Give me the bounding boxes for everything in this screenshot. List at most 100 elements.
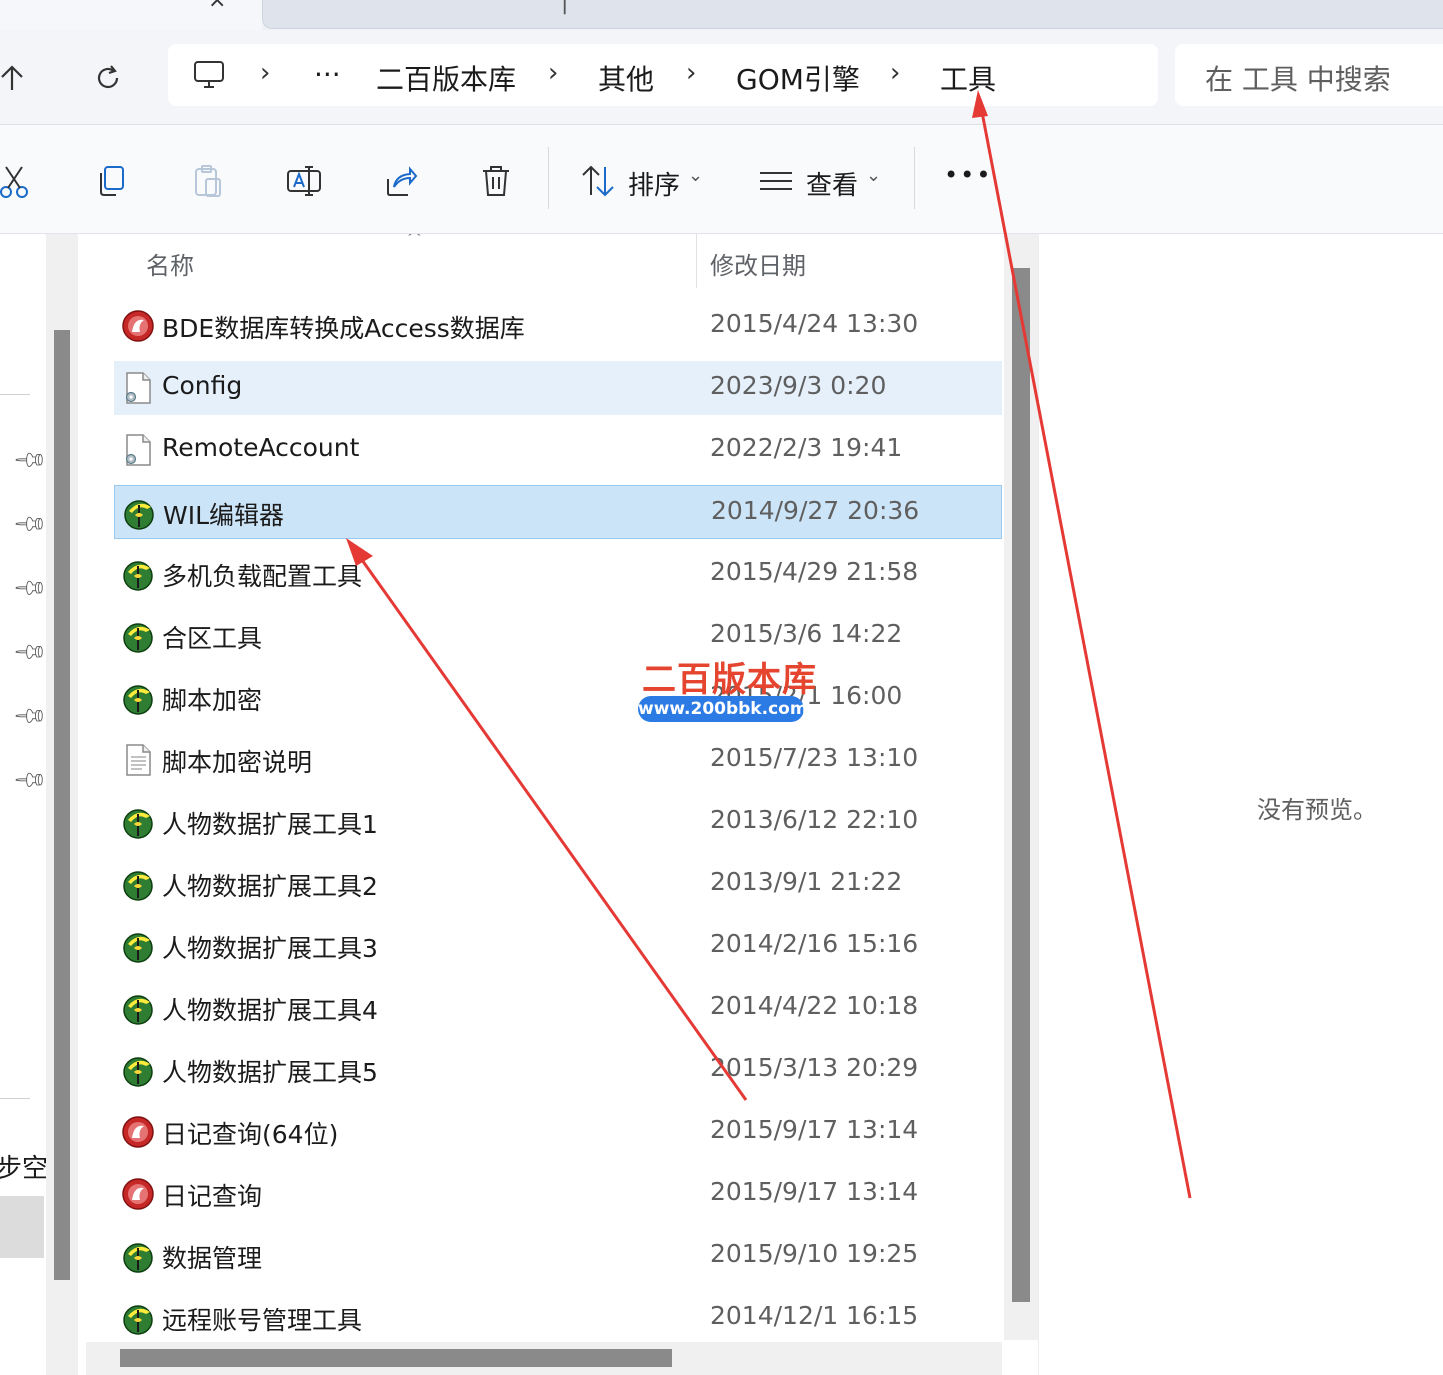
divider: [0, 394, 30, 395]
column-header-row: ^ 名称 修改日期: [88, 234, 1002, 294]
nav-pane-selected-item[interactable]: [0, 1196, 44, 1258]
share-icon[interactable]: [380, 161, 420, 201]
file-name: BDE数据库转换成Access数据库: [162, 314, 525, 343]
chevron-down-icon[interactable]: ⌄: [688, 165, 703, 186]
file-list: ^ 名称 修改日期 BDE数据库转换成Access数据库 2015/4/24 13…: [88, 234, 1002, 1375]
file-modified-date: 2014/12/1 16:15: [710, 1301, 919, 1330]
file-name: 脚本加密: [162, 686, 263, 715]
file-modified-date: 2015/4/29 21:58: [710, 557, 919, 586]
copy-icon[interactable]: [92, 161, 132, 201]
file-name: 人物数据扩展工具4: [162, 996, 378, 1025]
file-name: Config: [162, 371, 243, 400]
file-modified-date: 2013/6/12 22:10: [710, 805, 919, 834]
up-arrow-icon[interactable]: [0, 58, 32, 98]
file-modified-date: 2023/9/3 0:20: [710, 371, 887, 400]
chevron-right-icon: ›: [548, 58, 559, 88]
file-row[interactable]: 合区工具 2015/3/6 14:22: [114, 609, 1002, 663]
chevron-right-icon: ›: [890, 58, 901, 88]
tab-bar-background: |: [262, 0, 1443, 29]
horizontal-scrollbar-thumb[interactable]: [120, 1349, 672, 1367]
file-row[interactable]: 远程账号管理工具 2014/12/1 16:15: [114, 1291, 1002, 1345]
toolbar-divider: [914, 147, 915, 209]
breadcrumb-item[interactable]: GOM引擎: [736, 58, 860, 98]
search-box[interactable]: 在 工具 中搜索: [1175, 44, 1443, 106]
close-tab-icon[interactable]: ×: [208, 0, 226, 13]
column-header-modified[interactable]: 修改日期: [710, 246, 806, 281]
red-app-icon: [120, 1176, 156, 1212]
pin-icon[interactable]: 📌︎: [11, 762, 48, 799]
file-name: WIL编辑器: [163, 501, 285, 530]
search-placeholder: 在 工具 中搜索: [1205, 63, 1391, 96]
sort-button[interactable]: 排序: [628, 165, 680, 202]
file-modified-date: 2015/7/23 13:10: [710, 743, 919, 772]
red-app-icon: [120, 308, 156, 344]
file-modified-date: 2022/2/3 19:41: [710, 433, 903, 462]
breadcrumb-current[interactable]: 工具: [940, 58, 996, 98]
tab-strip: × |: [0, 0, 1443, 30]
file-name: 远程账号管理工具: [162, 1306, 363, 1335]
paste-icon[interactable]: [188, 161, 228, 201]
file-row[interactable]: 人物数据扩展工具5 2015/3/13 20:29: [114, 1043, 1002, 1097]
watermark-url: www.200bbk.com: [638, 696, 808, 722]
file-row[interactable]: 脚本加密 2015/2/1 16:00: [114, 671, 1002, 725]
file-row[interactable]: WIL编辑器 2014/9/27 20:36: [114, 485, 1002, 539]
pin-icon[interactable]: 📌︎: [11, 698, 48, 735]
file-modified-date: 2015/3/6 14:22: [710, 619, 903, 648]
file-row[interactable]: BDE数据库转换成Access数据库 2015/4/24 13:30: [114, 299, 1002, 353]
file-modified-date: 2014/2/16 15:16: [710, 929, 919, 958]
chevron-right-icon: ›: [686, 58, 697, 88]
breadcrumb-item[interactable]: 其他: [598, 58, 654, 98]
green-app-icon: [120, 556, 156, 592]
breadcrumb-item[interactable]: 二百版本库: [376, 58, 516, 98]
file-row[interactable]: 人物数据扩展工具2 2013/9/1 21:22: [114, 857, 1002, 911]
breadcrumb-overflow[interactable]: ···: [314, 58, 341, 91]
file-row[interactable]: 多机负载配置工具 2015/4/29 21:58: [114, 547, 1002, 601]
cut-icon[interactable]: [0, 161, 36, 201]
green-app-icon: [120, 928, 156, 964]
pin-icon[interactable]: 📌︎: [11, 634, 48, 671]
column-divider[interactable]: [696, 234, 697, 288]
view-button[interactable]: 查看: [806, 165, 858, 202]
watermark-title: 二百版本库: [642, 660, 817, 700]
sort-icon[interactable]: [578, 161, 618, 201]
more-options-button[interactable]: •••: [944, 161, 992, 189]
this-pc-icon[interactable]: [192, 58, 226, 96]
file-row[interactable]: 脚本加密说明 2015/7/23 13:10: [114, 733, 1002, 787]
green-app-icon: [120, 1052, 156, 1088]
view-icon[interactable]: [756, 161, 796, 201]
column-header-name[interactable]: 名称: [146, 246, 194, 281]
config-file-icon: [120, 370, 156, 406]
pin-icon[interactable]: 📌︎: [11, 570, 48, 607]
vertical-scrollbar-thumb[interactable]: [1012, 268, 1030, 1302]
file-name: 合区工具: [162, 624, 263, 653]
delete-icon[interactable]: [476, 161, 516, 201]
green-app-icon: [120, 618, 156, 654]
green-app-icon: [120, 1300, 156, 1336]
file-row[interactable]: 人物数据扩展工具4 2014/4/22 10:18: [114, 981, 1002, 1035]
file-modified-date: 2015/9/10 19:25: [710, 1239, 919, 1268]
rename-icon[interactable]: [284, 161, 324, 201]
new-tab-icon[interactable]: |: [561, 0, 568, 15]
chevron-down-icon[interactable]: ⌄: [866, 165, 881, 186]
file-name: 人物数据扩展工具5: [162, 1058, 378, 1087]
sort-ascending-icon: ^: [406, 234, 423, 250]
active-tab[interactable]: ×: [0, 0, 262, 30]
file-modified-date: 2014/9/27 20:36: [711, 496, 920, 525]
file-row[interactable]: 人物数据扩展工具1 2013/6/12 22:10: [114, 795, 1002, 849]
command-toolbar: 排序 ⌄ 查看 ⌄ •••: [0, 125, 1443, 234]
pin-icon[interactable]: 📌︎: [11, 506, 48, 543]
pin-icon[interactable]: 📌︎: [11, 442, 48, 479]
address-bar[interactable]: › ··· 二百版本库 › 其他 › GOM引擎 › 工具: [168, 44, 1158, 106]
file-row[interactable]: 人物数据扩展工具3 2014/2/16 15:16: [114, 919, 1002, 973]
file-row[interactable]: 数据管理 2015/9/10 19:25: [114, 1229, 1002, 1283]
file-row[interactable]: RemoteAccount 2022/2/3 19:41: [114, 423, 1002, 477]
file-row[interactable]: 日记查询(64位) 2015/9/17 13:14: [114, 1105, 1002, 1159]
nav-pane-scrollbar-thumb[interactable]: [54, 330, 70, 1280]
text-file-icon: [120, 742, 156, 778]
file-row[interactable]: Config 2023/9/3 0:20: [114, 361, 1002, 415]
file-row[interactable]: 日记查询 2015/9/17 13:14: [114, 1167, 1002, 1221]
green-app-icon: [120, 804, 156, 840]
refresh-icon[interactable]: [88, 58, 128, 98]
file-modified-date: 2014/4/22 10:18: [710, 991, 919, 1020]
green-app-icon: [120, 680, 156, 716]
